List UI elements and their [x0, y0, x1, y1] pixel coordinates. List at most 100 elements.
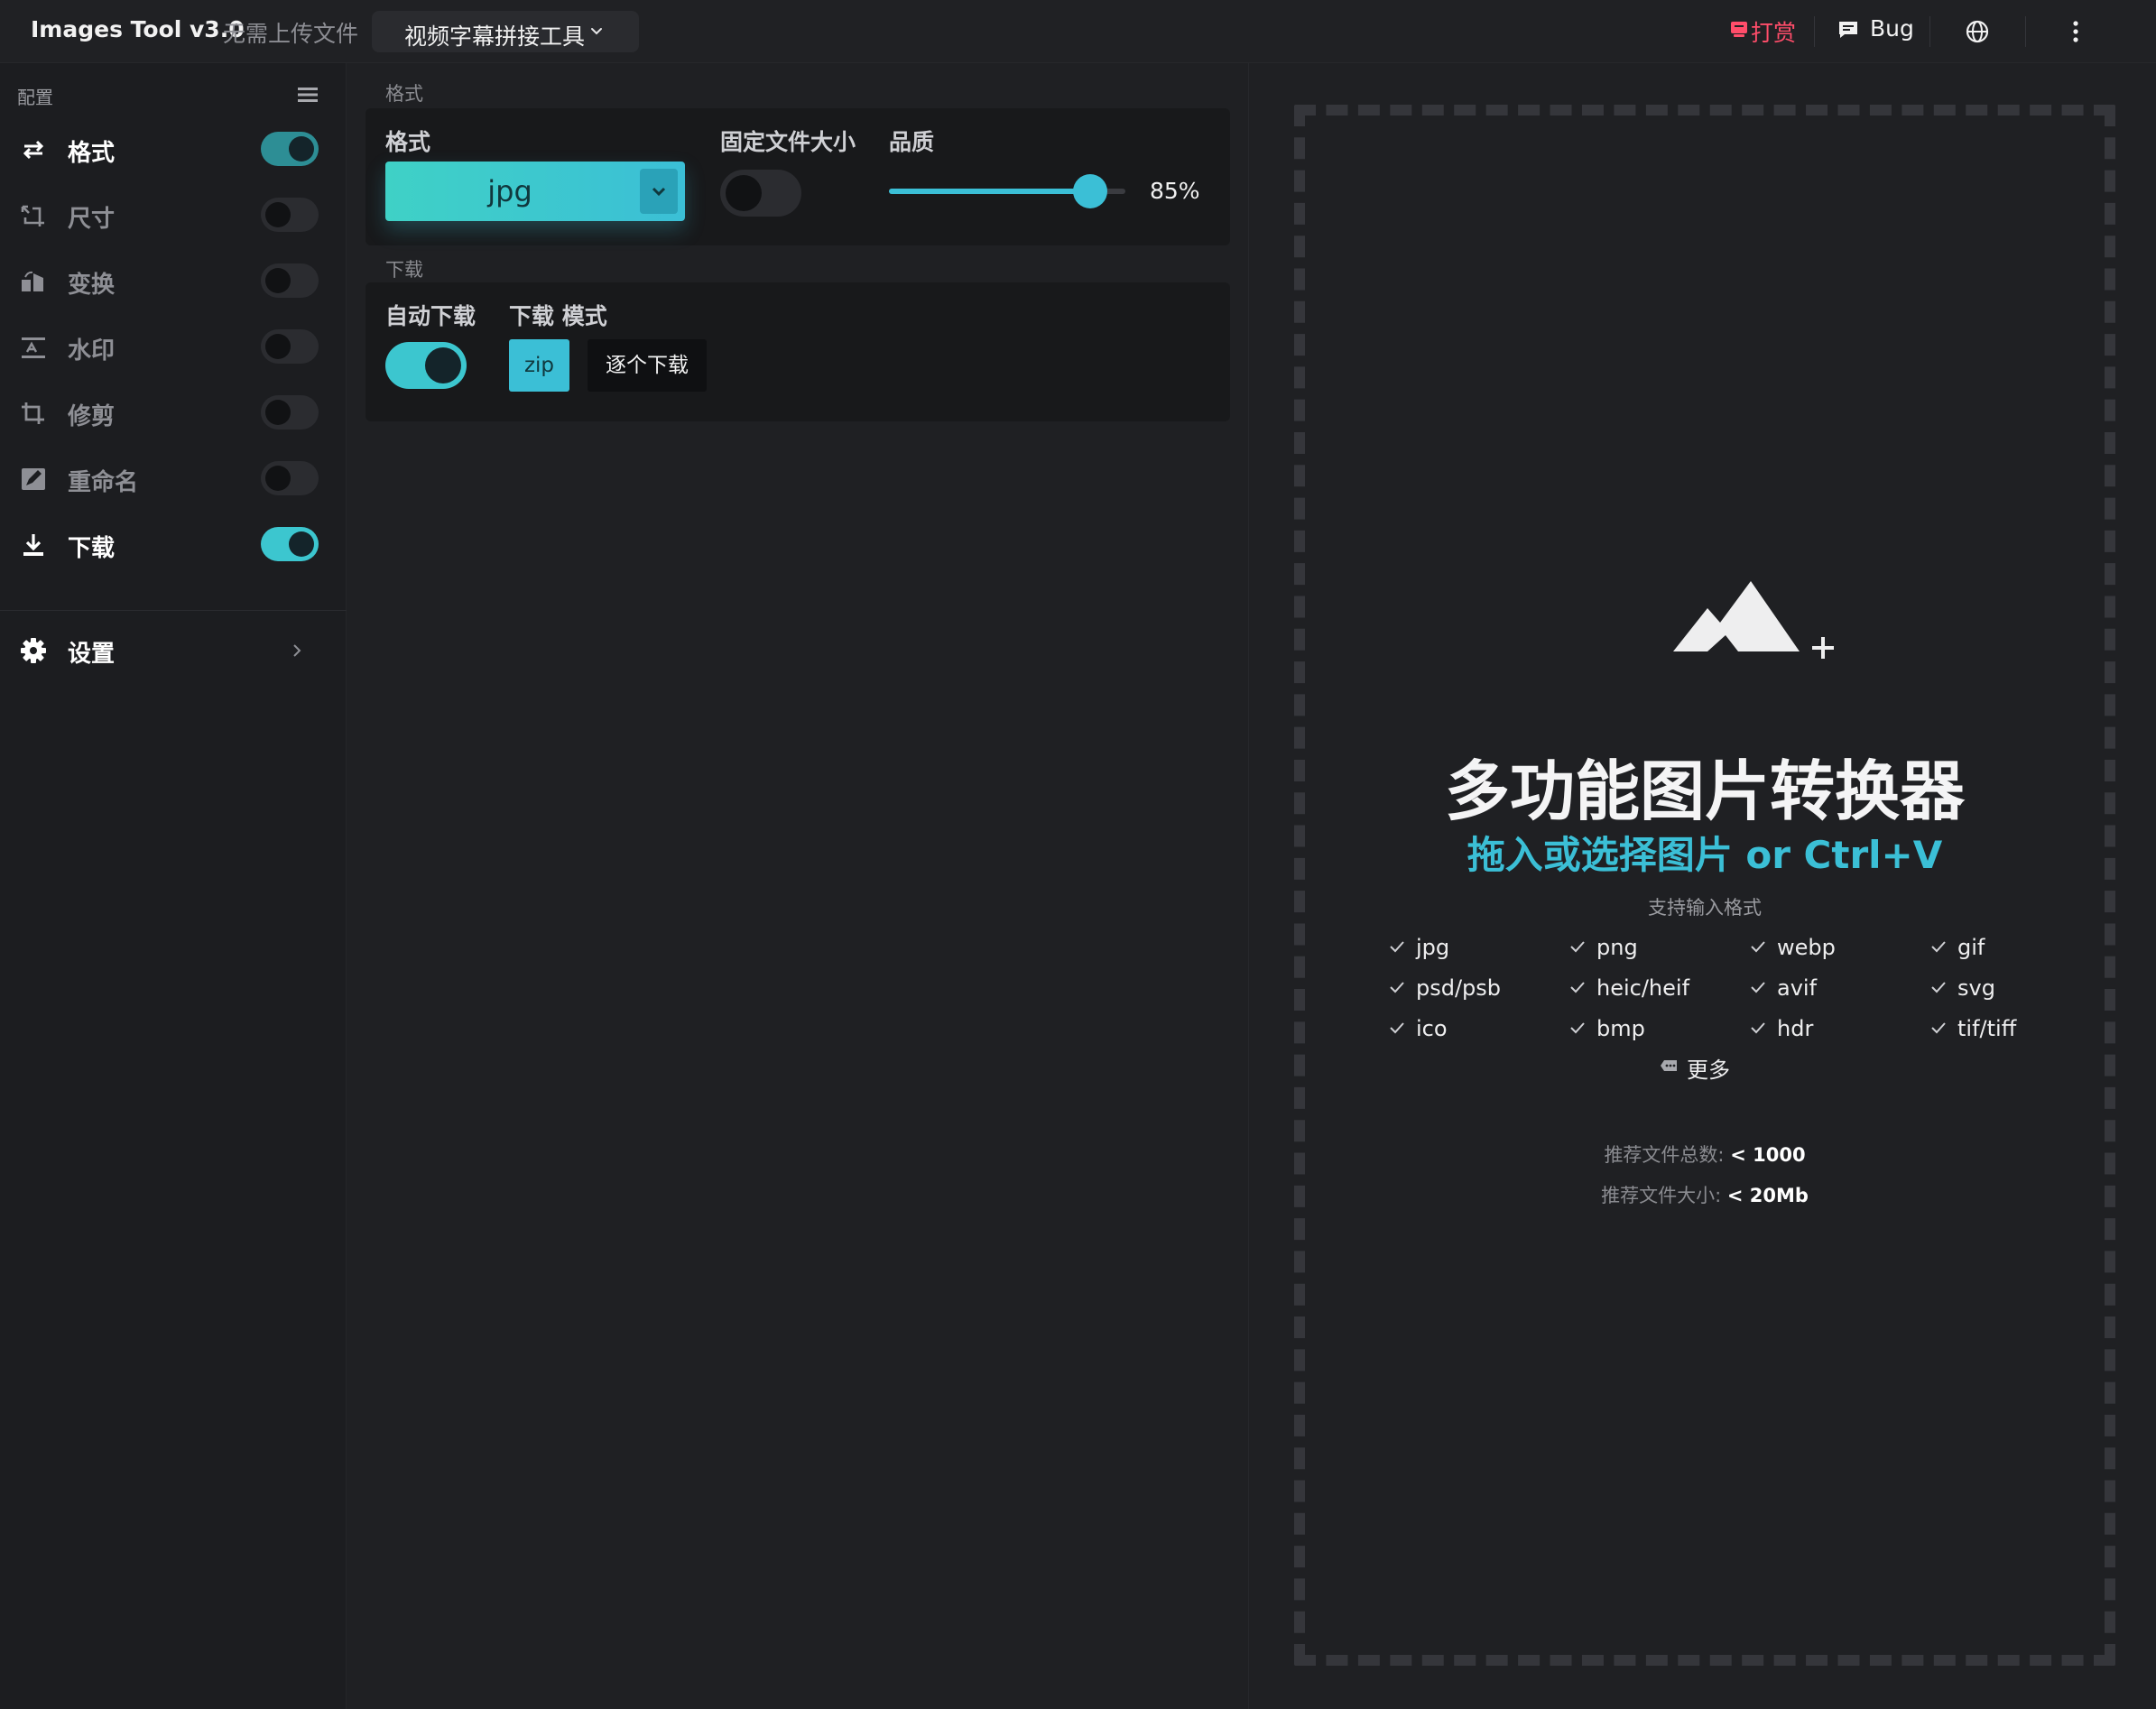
format-card: 格式 jpg 固定文件大小 品质 85% [366, 108, 1230, 245]
toggle-knob [425, 347, 461, 383]
zip-mode-button[interactable]: zip [509, 339, 569, 392]
quality-slider-track[interactable] [889, 174, 1125, 208]
header-divider [1814, 16, 1815, 47]
menu-icon[interactable] [297, 87, 319, 103]
toggle-knob [289, 136, 314, 162]
config-sidebar: 配置 格式 尺寸 变换 水印 修剪 重命名 下载 设置 [0, 63, 347, 1709]
auto-download-toggle[interactable] [385, 342, 467, 389]
transform-icon [22, 271, 43, 291]
sidebar-item-transform[interactable]: 变换 [0, 253, 347, 309]
top-bar: Images Tool v3.0 无需上传文件 视频字幕拼接工具 打赏 Bug [0, 0, 2156, 63]
sidebar-item-crop[interactable]: 修剪 [0, 384, 347, 440]
toggle-knob [265, 268, 291, 293]
check-icon [1390, 982, 1404, 993]
sidebar-header: 配置 [17, 87, 53, 108]
donate-icon [1731, 22, 1747, 37]
format-toggle[interactable] [261, 132, 319, 166]
format-name: bmp [1596, 1016, 1645, 1041]
format-name: svg [1957, 975, 1995, 1001]
format-name: psd/psb [1416, 975, 1502, 1001]
rec-count-value: < 1000 [1730, 1144, 1806, 1166]
format-select-value: jpg [487, 174, 532, 208]
bug-report-link[interactable]: Bug [1837, 15, 1914, 42]
supported-formats-header: 支持输入格式 [1648, 897, 1762, 919]
check-icon [1570, 941, 1585, 953]
auto-download-label: 自动下载 [385, 303, 477, 329]
format-name: jpg [1416, 935, 1450, 960]
sidebar-item-label: 格式 [68, 140, 116, 167]
sidebar-item-rename[interactable]: 重命名 [0, 450, 347, 506]
rename-icon [22, 468, 45, 490]
sidebar-item-format[interactable]: 格式 [0, 121, 347, 177]
fixed-size-toggle[interactable] [720, 170, 801, 217]
app-root: Images Tool v3.0 无需上传文件 视频字幕拼接工具 打赏 Bug [0, 0, 2156, 1709]
crop-toggle[interactable] [261, 395, 319, 430]
tool-selector-dropdown[interactable]: 视频字幕拼接工具 [372, 11, 639, 52]
toggle-knob [265, 334, 291, 359]
check-icon [1931, 1022, 1946, 1034]
format-name: webp [1777, 935, 1836, 960]
quality-value: 85% [1150, 178, 1200, 204]
tag-icon [1661, 1060, 1677, 1071]
format-item: heic/heif [1569, 975, 1689, 1001]
sidebar-item-label: 尺寸 [68, 206, 116, 233]
transform-toggle[interactable] [261, 263, 319, 298]
swap-arrows-icon [23, 140, 44, 160]
rec-count-label: 推荐文件总数: [1604, 1144, 1725, 1166]
format-select[interactable]: jpg [385, 162, 685, 221]
sidebar-item-watermark[interactable]: 水印 [0, 319, 347, 374]
format-item: svg [1930, 975, 1995, 1001]
size-toggle[interactable] [261, 198, 319, 232]
recommended-file-size: 推荐文件大小: < 20Mb [1305, 1181, 2105, 1208]
drop-zone-subtitle: 拖入或选择图片 or Ctrl+V [1467, 833, 1943, 877]
format-item: ico [1389, 1016, 1448, 1041]
globe-language-icon[interactable] [1965, 19, 1990, 44]
check-icon [1931, 982, 1946, 993]
format-item: tif/tiff [1930, 1016, 2016, 1041]
check-icon [1390, 1022, 1404, 1034]
chevron-down-icon [591, 28, 602, 35]
rename-toggle[interactable] [261, 461, 319, 495]
watermark-toggle[interactable] [261, 329, 319, 364]
drop-panel: 多功能图片转换器 拖入或选择图片 or Ctrl+V 支持输入格式 jpg pn… [1248, 63, 2156, 1709]
format-item: psd/psb [1389, 975, 1501, 1001]
sidebar-item-label: 修剪 [68, 403, 116, 430]
image-drop-zone[interactable]: 多功能图片转换器 拖入或选择图片 or Ctrl+V 支持输入格式 jpg pn… [1294, 105, 2115, 1666]
toggle-knob [265, 400, 291, 425]
header-divider [2025, 16, 2026, 47]
drop-zone-title: 多功能图片转换器 [1444, 753, 1965, 829]
sidebar-item-settings[interactable]: 设置 [0, 623, 347, 677]
donate-link[interactable]: 打赏 [1729, 15, 1796, 48]
sidebar-item-size[interactable]: 尺寸 [0, 187, 347, 243]
check-icon [1931, 941, 1946, 953]
individual-download-button[interactable]: 逐个下载 [588, 339, 707, 392]
quality-slider-thumb[interactable] [1072, 174, 1107, 208]
download-toggle[interactable] [261, 527, 319, 561]
download-mode-label: 下载 模式 [509, 303, 607, 329]
format-item: hdr [1750, 1016, 1813, 1041]
app-title: Images Tool v3.0 [31, 16, 245, 42]
gear-icon [21, 638, 46, 663]
fixed-size-label: 固定文件大小 [720, 129, 856, 155]
format-name: heic/heif [1596, 975, 1690, 1001]
check-icon [1751, 982, 1765, 993]
format-item: jpg [1389, 935, 1449, 960]
more-vertical-icon[interactable] [2067, 16, 2085, 47]
mountain-add-image-icon [1673, 581, 1834, 659]
download-card: 自动下载 下载 模式 zip 逐个下载 [366, 282, 1230, 421]
resize-icon [21, 205, 44, 226]
sidebar-item-label: 水印 [68, 337, 116, 365]
more-formats-link[interactable]: 更多 [1660, 1052, 1730, 1084]
chat-bubble-icon [1839, 22, 1857, 38]
format-name: gif [1957, 935, 1985, 960]
format-name: tif/tiff [1957, 1016, 2017, 1041]
format-select-dropdown[interactable] [640, 169, 678, 214]
check-icon [1570, 982, 1585, 993]
sidebar-divider [0, 610, 347, 611]
format-section-title: 格式 [385, 83, 423, 105]
more-formats-label: 更多 [1687, 1058, 1730, 1083]
sidebar-item-download[interactable]: 下载 [0, 516, 347, 572]
watermark-icon [22, 337, 45, 358]
tool-selector-label: 视频字幕拼接工具 [404, 23, 586, 50]
toggle-knob [265, 466, 291, 491]
